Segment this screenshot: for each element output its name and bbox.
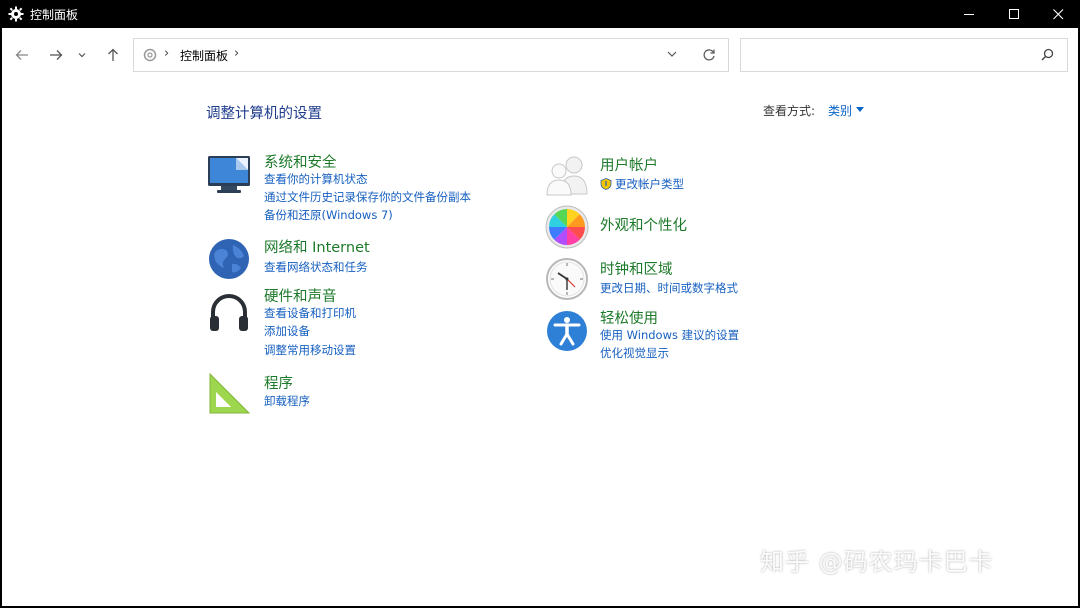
view-by-dropdown[interactable]: 类别 — [828, 102, 865, 119]
page-heading: 调整计算机的设置 — [206, 106, 322, 122]
link-date-time-format[interactable]: 更改日期、时间或数字格式 — [600, 280, 738, 296]
link-optimize-visual-display[interactable]: 优化视觉显示 — [600, 345, 669, 361]
users-icon[interactable] — [544, 152, 590, 198]
arrow-right-icon — [50, 50, 63, 60]
arrow-up-icon — [108, 48, 118, 61]
clock-icon[interactable] — [544, 256, 590, 302]
programs-icon[interactable] — [206, 370, 252, 416]
view-by-value[interactable]: 类别 — [828, 104, 852, 118]
up-button[interactable] — [101, 44, 125, 66]
uac-shield-icon — [600, 178, 612, 190]
minimize-icon — [963, 13, 974, 15]
breadcrumb-separator[interactable]: › — [164, 46, 169, 61]
chevron-down-icon — [78, 53, 86, 58]
address-bar[interactable]: › 控制面板 › — [133, 38, 729, 72]
category-clock-region-title[interactable]: 时钟和区域 — [600, 258, 673, 279]
maximize-button[interactable] — [992, 0, 1036, 28]
search-input[interactable] — [747, 45, 1027, 65]
back-button[interactable] — [10, 44, 34, 66]
window-client-area: › 控制面板 › 调整计算机的设置 查看方式: 类别 系统和安全 查看你的计算机… — [2, 28, 1078, 606]
title-bar[interactable]: 控制面板 — [0, 0, 1080, 28]
link-change-account-type[interactable]: 更改帐户类型 — [600, 176, 684, 192]
link-file-history-backup[interactable]: 通过文件历史记录保存你的文件备份副本 — [264, 189, 471, 205]
accessibility-icon[interactable] — [544, 308, 590, 354]
link-add-device[interactable]: 添加设备 — [264, 323, 310, 339]
window-title: 控制面板 — [30, 8, 79, 22]
minimize-button[interactable] — [947, 0, 991, 28]
category-hardware-sound-title[interactable]: 硬件和声音 — [264, 285, 337, 306]
search-icon[interactable] — [1041, 48, 1054, 61]
maximize-icon — [1008, 8, 1019, 19]
close-button[interactable] — [1036, 0, 1080, 28]
category-appearance-title[interactable]: 外观和个性化 — [600, 214, 687, 235]
forward-button[interactable] — [44, 44, 68, 66]
globe-icon[interactable] — [206, 236, 252, 282]
link-uninstall-program[interactable]: 卸载程序 — [264, 393, 310, 409]
monitor-icon[interactable] — [206, 152, 252, 198]
category-network-title[interactable]: 网络和 Internet — [264, 236, 370, 257]
arrow-left-icon — [15, 50, 28, 60]
gear-icon — [8, 6, 24, 22]
color-wheel-icon[interactable] — [544, 204, 590, 250]
breadcrumb-control-panel[interactable]: 控制面板 — [180, 47, 228, 64]
refresh-icon[interactable] — [702, 48, 716, 62]
search-box[interactable] — [740, 38, 1068, 72]
link-mobility-settings[interactable]: 调整常用移动设置 — [264, 342, 356, 358]
view-by-label: 查看方式: — [763, 104, 816, 118]
headphones-icon[interactable] — [206, 290, 252, 336]
category-programs-title[interactable]: 程序 — [264, 372, 293, 393]
link-backup-restore[interactable]: 备份和还原(Windows 7) — [264, 207, 393, 223]
recent-locations-button[interactable] — [74, 44, 90, 66]
category-ease-of-access-title[interactable]: 轻松使用 — [600, 307, 658, 328]
control-panel-window: 控制面板 › 控制面板 › 调整计算机的设置 查看方式: 类别 系统和安全 查看… — [0, 0, 1080, 608]
category-system-security-title[interactable]: 系统和安全 — [264, 151, 337, 172]
link-change-account-type-label[interactable]: 更改帐户类型 — [615, 177, 684, 191]
breadcrumb-separator[interactable]: › — [234, 46, 239, 61]
watermark: 知乎 @码农玛卡巴卡 — [760, 548, 994, 576]
category-user-accounts-title[interactable]: 用户帐户 — [600, 154, 658, 175]
control-panel-icon — [143, 48, 157, 62]
link-view-computer-status[interactable]: 查看你的计算机状态 — [264, 171, 368, 187]
link-windows-suggested-settings[interactable]: 使用 Windows 建议的设置 — [600, 327, 739, 343]
caret-down-icon[interactable] — [856, 107, 865, 112]
close-icon — [1052, 8, 1063, 19]
link-view-network-status[interactable]: 查看网络状态和任务 — [264, 259, 368, 275]
link-devices-printers[interactable]: 查看设备和打印机 — [264, 305, 356, 321]
chevron-down-icon[interactable] — [666, 48, 678, 60]
